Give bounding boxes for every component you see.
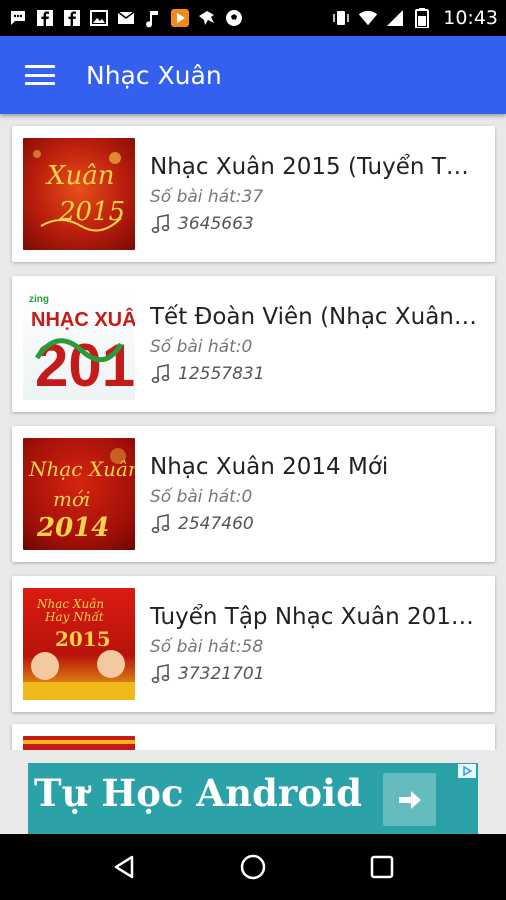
- svg-text:Xuân: Xuân: [45, 161, 115, 191]
- album-info: Nhạc Xuân 2014 Mới Số bài hát:0 2547460: [150, 454, 480, 535]
- play-count: 12557831: [178, 363, 265, 384]
- play-count: 3645663: [178, 213, 254, 234]
- album-title: Nhạc Xuân 2015 (Tuyển Tập Nhạc Xuân Hay …: [150, 153, 480, 180]
- signal-icon: [385, 8, 405, 28]
- music-note-icon: [151, 363, 170, 383]
- song-count: Số bài hát:0: [150, 486, 253, 507]
- navigation-bar: [0, 834, 506, 900]
- album-title: Tết Đoàn Viên (Nhạc Xuân 2013): [150, 303, 480, 330]
- play-count-row: 37321701: [150, 663, 480, 685]
- album-title: Tuyển Tập Nhạc Xuân 2015 Hay Nhất: [150, 603, 480, 630]
- album-info: Tết Đoàn Viên (Nhạc Xuân 2013) Số bài há…: [150, 304, 480, 385]
- image-icon: [89, 8, 109, 28]
- play-count: 37321701: [178, 663, 265, 684]
- back-icon: [115, 855, 134, 879]
- svg-text:2015: 2015: [55, 627, 111, 651]
- recents-button[interactable]: [352, 837, 412, 897]
- home-icon: [240, 854, 266, 880]
- album-card[interactable]: Xuân 2015 Nhạc Xuân 2015 (Tuyển Tập Nhạc…: [12, 126, 495, 262]
- album-card[interactable]: [12, 724, 495, 750]
- album-card[interactable]: Nhạc Xuân Hay Nhất 2015 Tuyển Tập Nhạc X…: [12, 576, 495, 712]
- play-count: 2547460: [178, 513, 254, 534]
- ad-open-button[interactable]: [383, 773, 436, 826]
- song-count: Số bài hát:58: [150, 636, 264, 657]
- menu-button[interactable]: [0, 36, 80, 114]
- music-note-icon: [151, 213, 170, 233]
- svg-text:Nhạc Xuân: Nhạc Xuân: [36, 597, 104, 611]
- album-thumbnail: Nhạc Xuân mới 2014: [23, 438, 135, 550]
- home-button[interactable]: [223, 837, 283, 897]
- svg-text:zing: zing: [29, 294, 49, 305]
- facebook-icon: [62, 8, 82, 28]
- notification-icons: [8, 8, 244, 28]
- wifi-icon: [358, 8, 378, 28]
- song-count: Số bài hát:37: [150, 186, 264, 207]
- album-thumbnail: Xuân 2015: [23, 138, 135, 250]
- recents-icon: [370, 855, 393, 879]
- song-count: Số bài hát:0: [150, 336, 253, 357]
- back-button[interactable]: [94, 837, 154, 897]
- album-card[interactable]: Nhạc Xuân mới 2014 Nhạc Xuân 2014 Mới Số…: [12, 426, 495, 562]
- play-count-row: 12557831: [150, 363, 480, 385]
- album-title: Nhạc Xuân 2014 Mới: [150, 453, 389, 480]
- soccer-icon: [224, 8, 244, 28]
- hamburger-icon: [25, 65, 55, 85]
- battery-icon: [412, 8, 432, 28]
- music-note-icon: [143, 8, 163, 28]
- play-count-row: 3645663: [150, 213, 480, 235]
- email-icon: [116, 8, 136, 28]
- play-icon: [170, 8, 190, 28]
- arrow-right-icon: [398, 790, 421, 809]
- play-count-row: 2547460: [150, 513, 480, 535]
- status-bar: 10:43: [0, 0, 506, 36]
- svg-text:Hay Nhất: Hay Nhất: [44, 609, 104, 624]
- chat-bubble-icon: [8, 8, 28, 28]
- clock: 10:43: [443, 7, 498, 29]
- svg-text:mới: mới: [53, 487, 90, 511]
- music-note-icon: [151, 513, 170, 533]
- album-info: Tuyển Tập Nhạc Xuân 2015 Hay Nhất Số bài…: [150, 604, 480, 685]
- system-icons: 10:43: [331, 7, 498, 29]
- album-info: Nhạc Xuân 2015 (Tuyển Tập Nhạc Xuân Hay …: [150, 154, 480, 235]
- ad-area: Tự Học Android: [0, 750, 506, 834]
- ad-text: Tự Học Android: [34, 771, 362, 815]
- album-list[interactable]: Xuân 2015 Nhạc Xuân 2015 (Tuyển Tập Nhạc…: [0, 114, 506, 750]
- page-title: Nhạc Xuân: [86, 60, 222, 90]
- bird-icon: [197, 8, 217, 28]
- album-thumbnail: zing NHẠC XUÂN 2013: [23, 288, 135, 400]
- facebook-icon: [35, 8, 55, 28]
- ad-choices-icon[interactable]: [458, 764, 476, 778]
- album-thumbnail: [23, 736, 135, 750]
- app-bar: Nhạc Xuân: [0, 36, 506, 114]
- album-thumbnail: Nhạc Xuân Hay Nhất 2015: [23, 588, 135, 700]
- ad-banner[interactable]: Tự Học Android: [28, 763, 478, 834]
- vibrate-icon: [331, 8, 351, 28]
- svg-text:NHẠC XUÂN: NHẠC XUÂN: [31, 307, 135, 331]
- music-note-icon: [151, 663, 170, 683]
- album-card[interactable]: zing NHẠC XUÂN 2013 Tết Đoàn Viên (Nhạc …: [12, 276, 495, 412]
- svg-text:2014: 2014: [36, 513, 109, 543]
